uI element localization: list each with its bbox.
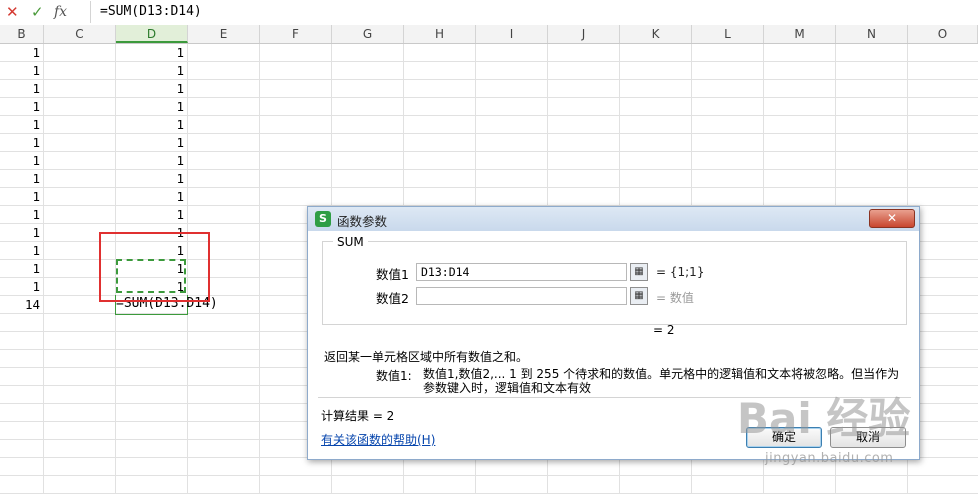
cell-b[interactable]: 1 <box>0 152 40 170</box>
cell-d[interactable]: 1 <box>116 62 184 80</box>
column-header-b[interactable]: B <box>0 25 44 43</box>
cell-d[interactable]: 1 <box>116 98 184 116</box>
function-result: = 2 <box>653 323 675 337</box>
function-description: 返回某一单元格区域中所有数值之和。 <box>324 350 529 364</box>
cell-b[interactable]: 1 <box>0 62 40 80</box>
grid-column-line <box>259 44 260 493</box>
arg2-input[interactable] <box>416 287 627 305</box>
cell-b[interactable]: 1 <box>0 260 40 278</box>
cell-d[interactable]: 1 <box>116 80 184 98</box>
grid-row-line <box>0 475 978 476</box>
confirm-formula-icon[interactable]: ✓ <box>31 3 44 21</box>
cell-b[interactable]: 1 <box>0 44 40 62</box>
column-header-c[interactable]: C <box>44 25 116 43</box>
cell-d[interactable]: 1 <box>116 44 184 62</box>
cell-b[interactable]: 1 <box>0 116 40 134</box>
column-header-f[interactable]: F <box>260 25 332 43</box>
formula-bar: ✕ ✓ fx =SUM(D13:D14) <box>0 0 978 26</box>
cell-b[interactable]: 1 <box>0 134 40 152</box>
cancel-formula-icon[interactable]: ✕ <box>6 3 19 21</box>
cell-b[interactable]: 1 <box>0 98 40 116</box>
cell-d[interactable]: 1 <box>116 152 184 170</box>
column-header-l[interactable]: L <box>692 25 764 43</box>
formula-input[interactable]: =SUM(D13:D14) <box>90 1 976 23</box>
cell-d[interactable]: 1 <box>116 170 184 188</box>
parameter-description: 数值1,数值2,... 1 到 255 个待求和的数值。单元格中的逻辑值和文本将… <box>423 367 900 395</box>
cell-d[interactable]: 1 <box>116 134 184 152</box>
cell-b[interactable]: 1 <box>0 170 40 188</box>
column-header-i[interactable]: I <box>476 25 548 43</box>
parameter-name: 数值1: <box>376 369 412 383</box>
dialog-title: 函数参数 <box>337 214 388 229</box>
cell-b[interactable]: 1 <box>0 224 40 242</box>
column-headers: BCDEFGHIJKLMNO <box>0 25 978 44</box>
cell-b[interactable]: 1 <box>0 278 40 296</box>
function-arguments-dialog: S 函数参数 ✕ SUM 数值1 D13:D14 ▦ = {1;1} 数值2 ▦… <box>307 206 920 460</box>
column-header-k[interactable]: K <box>620 25 692 43</box>
cell-b[interactable]: 1 <box>0 242 40 260</box>
cell-d[interactable]: 1 <box>116 116 184 134</box>
column-header-d[interactable]: D <box>116 25 188 43</box>
dialog-titlebar[interactable]: S 函数参数 ✕ <box>308 207 919 231</box>
function-help-link[interactable]: 有关该函数的帮助(H) <box>321 431 435 448</box>
ok-button[interactable]: 确定 <box>746 427 822 448</box>
column-header-o[interactable]: O <box>908 25 978 43</box>
cancel-button[interactable]: 取消 <box>830 427 906 448</box>
column-header-h[interactable]: H <box>404 25 476 43</box>
calculation-result: 计算结果 = 2 <box>321 409 395 423</box>
highlight-box <box>99 232 210 302</box>
arg1-result: = {1;1} <box>656 265 705 279</box>
function-name: SUM <box>333 235 368 249</box>
cell-b[interactable]: 1 <box>0 188 40 206</box>
cell-b[interactable]: 1 <box>0 80 40 98</box>
column-header-j[interactable]: J <box>548 25 620 43</box>
arg2-label: 数值2 <box>376 291 409 306</box>
column-header-m[interactable]: M <box>764 25 836 43</box>
cell-d[interactable]: 1 <box>116 188 184 206</box>
grid-column-line <box>43 44 44 493</box>
cell-d[interactable]: 1 <box>116 206 184 224</box>
function-argument-group: SUM 数值1 D13:D14 ▦ = {1;1} 数值2 ▦ = 数值 <box>322 235 907 325</box>
column-header-e[interactable]: E <box>188 25 260 43</box>
cell-b[interactable]: 14 <box>0 296 40 314</box>
wps-sheet-icon: S <box>315 211 331 227</box>
cell-b[interactable]: 1 <box>0 206 40 224</box>
arg2-result: = 数值 <box>656 291 694 305</box>
column-header-g[interactable]: G <box>332 25 404 43</box>
collapse-dialog-icon[interactable]: ▦ <box>630 287 648 305</box>
column-header-n[interactable]: N <box>836 25 908 43</box>
arg1-input[interactable]: D13:D14 <box>416 263 627 281</box>
divider <box>318 397 911 398</box>
collapse-dialog-icon[interactable]: ▦ <box>630 263 648 281</box>
close-icon[interactable]: ✕ <box>869 209 915 228</box>
insert-function-icon[interactable]: fx <box>54 3 67 21</box>
arg1-label: 数值1 <box>376 267 409 282</box>
